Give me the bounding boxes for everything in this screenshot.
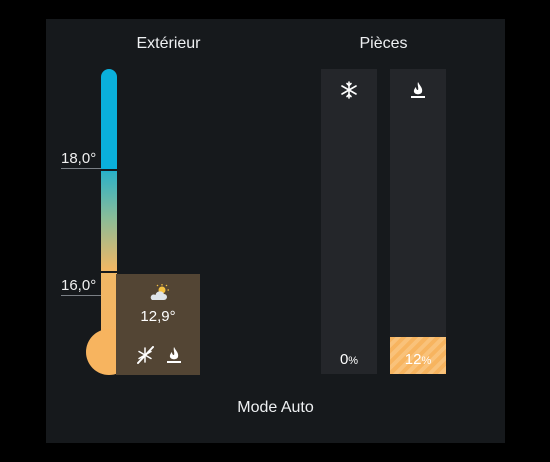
snowflake-icon bbox=[341, 81, 357, 99]
cooling-bar: 0% bbox=[321, 69, 377, 374]
flame-icon bbox=[411, 82, 425, 98]
heating-value: 12% bbox=[404, 351, 432, 368]
thermometer-tube bbox=[101, 69, 117, 344]
exterior-temperature: 12,9° bbox=[140, 308, 176, 325]
mode-label: Mode Auto bbox=[237, 399, 314, 416]
cooling-value: 0% bbox=[339, 351, 359, 368]
rooms-title: Pièces bbox=[359, 35, 408, 52]
tick-label-high: 18,0° bbox=[61, 150, 101, 169]
partly-sunny-icon bbox=[150, 284, 169, 300]
no-cooling-icon bbox=[137, 346, 154, 364]
thermometer-tick-low bbox=[101, 271, 117, 273]
heating-bar: 12% bbox=[390, 69, 446, 374]
weather-box: 12,9° bbox=[116, 274, 200, 375]
flame-icon bbox=[167, 347, 181, 363]
thermometer-tick-high bbox=[101, 169, 117, 171]
tick-label-low: 16,0° bbox=[61, 277, 101, 296]
climate-card: Extérieur Pièces 18,0° 16,0° 12,9° 0% 12… bbox=[46, 19, 505, 443]
exterior-title: Extérieur bbox=[136, 35, 201, 52]
